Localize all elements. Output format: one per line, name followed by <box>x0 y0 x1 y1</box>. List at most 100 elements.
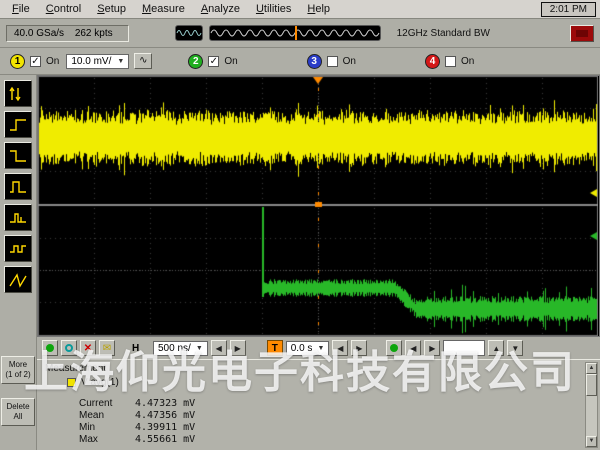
pattern-tool-button[interactable] <box>4 235 32 262</box>
measurement-value: 4.39911 mV <box>135 422 195 434</box>
channel-1-scale-dropdown[interactable]: 10.0 mV/ ▼ <box>66 54 129 69</box>
scope-screen[interactable] <box>37 75 600 337</box>
channel-1-coupling-button[interactable]: ∿ <box>134 53 152 69</box>
position-right-button[interactable]: ▶ <box>351 340 367 356</box>
left-tool-sidebar: More (1 of 2) Delete All <box>0 75 37 450</box>
cursor-tool-button[interactable] <box>4 80 32 107</box>
menu-file[interactable]: File <box>4 1 38 17</box>
measurement-value: 4.47356 mV <box>135 410 195 422</box>
channel-1-on-checkbox[interactable]: ✓ <box>30 56 41 67</box>
channel-1-scale-value: 10.0 mV/ <box>71 56 111 67</box>
timebase-decrease-button[interactable]: ◀ <box>211 340 227 356</box>
measurement-value: 4.47323 mV <box>135 398 195 410</box>
channel-3-badge[interactable]: 3 <box>307 54 322 69</box>
menu-setup[interactable]: Setup <box>89 1 134 17</box>
timebase-position-value: 0.0 s <box>291 343 313 354</box>
measurements-title: Measurement <box>45 363 582 374</box>
clear-markers-button[interactable]: ✕ <box>80 340 96 356</box>
measurements-scrollbar[interactable]: ▲ ▼ <box>585 362 598 448</box>
pan-right-button[interactable]: ▶ <box>424 340 440 356</box>
channel-4-badge[interactable]: 4 <box>425 54 440 69</box>
pulse-icon <box>8 177 28 197</box>
delete-all-label2: All <box>14 412 23 421</box>
measurement-row-max: Max 4.55661 mV <box>45 434 582 446</box>
acquisition-toolbar: 40.0 GSa/s 262 kpts 12GHz Standard BW <box>0 19 600 48</box>
channel-2-badge[interactable]: 2 <box>188 54 203 69</box>
glitch-tool-button[interactable] <box>4 204 32 231</box>
timebase-scale-dropdown[interactable]: 500 ns/ ▼ <box>153 341 208 356</box>
timebase-scale-value: 500 ns/ <box>158 343 191 354</box>
stop-button[interactable] <box>570 25 594 42</box>
scroll-down-icon[interactable]: ▼ <box>586 436 597 447</box>
marker-b-button[interactable] <box>61 340 77 356</box>
chevron-down-icon: ▼ <box>196 345 203 352</box>
triggered-led-icon <box>390 344 398 352</box>
delete-all-button[interactable]: Delete All <box>1 398 35 426</box>
memory-depth: 262 kpts <box>75 28 113 39</box>
rising-edge-icon <box>8 115 28 135</box>
menu-control[interactable]: Control <box>38 1 89 17</box>
green-dot-icon <box>46 344 54 352</box>
trigger-status-led <box>386 340 402 356</box>
menu-help[interactable]: Help <box>299 1 338 17</box>
envelope-icon: ✉ <box>103 343 111 354</box>
cursors-icon <box>8 84 28 104</box>
channel-2-on-label: On <box>224 56 237 67</box>
bandwidth-label: 12GHz Standard BW <box>397 28 490 39</box>
chevron-down-icon: ▼ <box>317 345 324 352</box>
chevron-down-icon: ▼ <box>117 58 124 65</box>
channel-1-badge[interactable]: 1 <box>10 54 25 69</box>
channel-4-on-label: On <box>461 56 474 67</box>
rising-edge-tool-button[interactable] <box>4 111 32 138</box>
menu-utilities[interactable]: Utilities <box>248 1 299 17</box>
measurement-label: Current <box>79 398 135 410</box>
mail-button[interactable]: ✉ <box>99 340 115 356</box>
trigger-marker-button[interactable]: T <box>267 340 283 356</box>
waveform-display[interactable] <box>38 76 598 336</box>
more-button-label: More <box>9 360 27 369</box>
timebase-increase-button[interactable]: ▶ <box>230 340 246 356</box>
menu-analyze[interactable]: Analyze <box>193 1 248 17</box>
waveform-preview-small[interactable] <box>175 25 203 41</box>
channel-4-on-checkbox[interactable] <box>445 56 456 67</box>
close-icon: ✕ <box>84 343 92 354</box>
pan-left-button[interactable]: ◀ <box>405 340 421 356</box>
sample-rate: 40.0 GSa/s <box>14 28 64 39</box>
channel-1-on-label: On <box>46 56 59 67</box>
channel-3-on-checkbox[interactable] <box>327 56 338 67</box>
trigger-level-field[interactable] <box>443 340 485 356</box>
level-down-button[interactable]: ▼ <box>507 340 523 356</box>
horizontal-overview-bar[interactable] <box>209 25 381 41</box>
channel-3-on-label: On <box>343 56 356 67</box>
pattern-icon <box>8 239 28 259</box>
scroll-up-icon[interactable]: ▲ <box>586 363 597 374</box>
delete-all-label1: Delete <box>6 402 29 411</box>
falling-edge-icon <box>8 146 28 166</box>
measurement-value: 4.55661 mV <box>135 434 195 446</box>
acquisition-status: 40.0 GSa/s 262 kpts <box>6 25 129 42</box>
measurement-label: Min <box>79 422 135 434</box>
measurement-name: V avg(1) <box>81 377 119 388</box>
position-left-button[interactable]: ◀ <box>332 340 348 356</box>
glitch-icon <box>8 208 28 228</box>
channel-toolbar: 1 ✓ On 10.0 mV/ ▼ ∿ 2 ✓ On 3 On 4 On <box>0 48 600 75</box>
measurement-row-min: Min 4.39911 mV <box>45 422 582 434</box>
marker-a-button[interactable] <box>42 340 58 356</box>
ramp-tool-button[interactable] <box>4 266 32 293</box>
more-button-page: (1 of 2) <box>5 370 30 379</box>
horizontal-label: H <box>132 343 150 354</box>
menu-measure[interactable]: Measure <box>134 1 193 17</box>
clock: 2:01 PM <box>541 2 596 17</box>
measurement-label: Max <box>79 434 135 446</box>
teal-ring-icon <box>65 344 73 352</box>
level-up-button[interactable]: ▲ <box>488 340 504 356</box>
menu-bar: File Control Setup Measure Analyze Utili… <box>0 0 600 19</box>
falling-edge-tool-button[interactable] <box>4 142 32 169</box>
more-button[interactable]: More (1 of 2) <box>1 356 35 384</box>
scrollbar-thumb[interactable] <box>586 374 597 396</box>
channel-2-on-checkbox[interactable]: ✓ <box>208 56 219 67</box>
timebase-position-marker[interactable] <box>295 26 297 40</box>
pulse-tool-button[interactable] <box>4 173 32 200</box>
horizontal-toolbar: ✕ ✉ H 500 ns/ ▼ ◀ ▶ T 0.0 s ▼ ◀ ▶ ◀ ▶ <box>37 337 600 359</box>
timebase-position-field[interactable]: 0.0 s ▼ <box>286 341 330 356</box>
